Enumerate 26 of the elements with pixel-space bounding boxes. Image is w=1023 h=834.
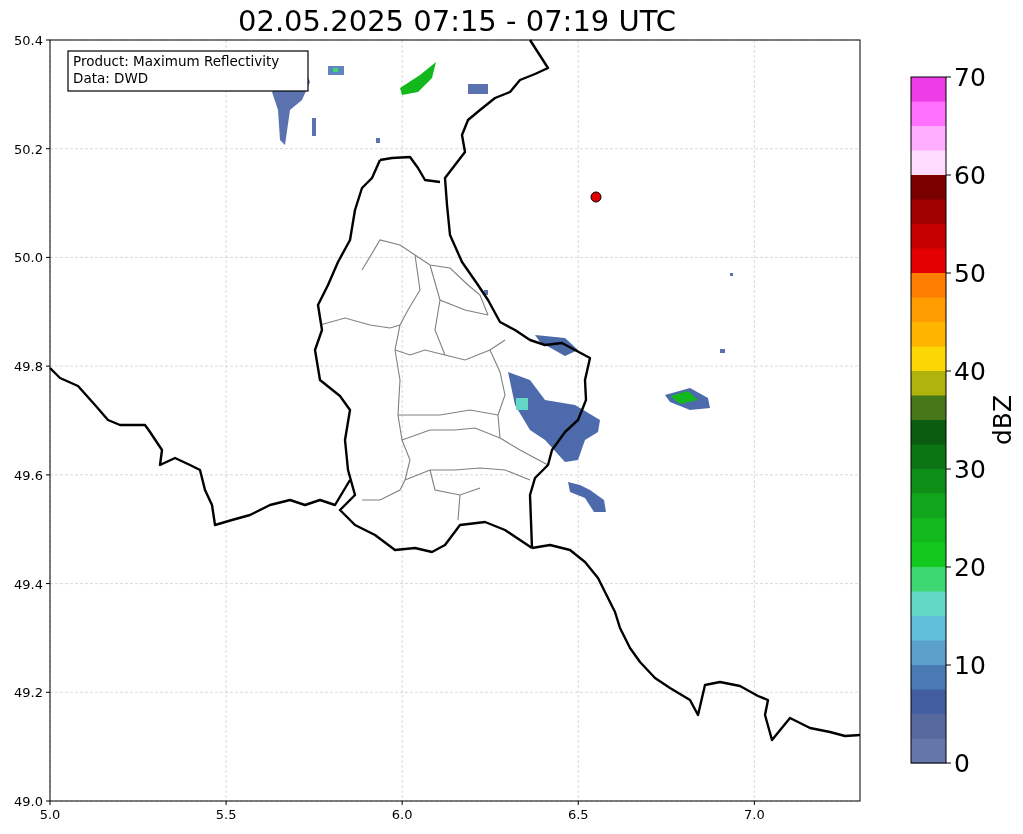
- colorbar-tick-label: 50: [954, 259, 986, 288]
- colorbar-tick-label: 70: [954, 63, 986, 92]
- colorbar-label: dBZ: [988, 394, 1017, 446]
- axis-tick-label: 50.0: [14, 250, 43, 266]
- axis-tick-label: 49.4: [14, 576, 43, 592]
- info-text: Data: DWD: [73, 70, 149, 86]
- axis-tick-label: 50.2: [14, 141, 43, 157]
- colorbar-tick-label: 60: [954, 161, 986, 190]
- location-marker: [590, 191, 602, 203]
- colorbar-tick-label: 10: [954, 651, 986, 680]
- axis-tick-label: 49.2: [14, 685, 43, 701]
- info-text: Product: Maximum Reflectivity: [73, 53, 280, 69]
- axis-tick-label: 5.0: [39, 807, 61, 822]
- colorbar-tick-label: 40: [954, 357, 986, 386]
- axis-tick-label: 7.0: [744, 807, 765, 822]
- axis-tick-label: 49.8: [14, 359, 43, 375]
- axis-tick-label: 6.0: [391, 807, 413, 822]
- axis-tick-label: 6.5: [567, 807, 589, 822]
- axis-tick-label: 49.0: [14, 794, 43, 809]
- chart-title: 02.05.2025 07:15 - 07:19 UTC: [238, 4, 676, 38]
- colorbar-tick-label: 30: [954, 455, 986, 484]
- colorbar-tick-label: 20: [954, 553, 986, 582]
- axis-tick-label: 50.4: [14, 33, 43, 48]
- axis-tick-label: 49.6: [14, 467, 43, 483]
- colorbar-tick-label: 0: [954, 749, 970, 778]
- axis-tick-label: 5.5: [215, 807, 237, 822]
